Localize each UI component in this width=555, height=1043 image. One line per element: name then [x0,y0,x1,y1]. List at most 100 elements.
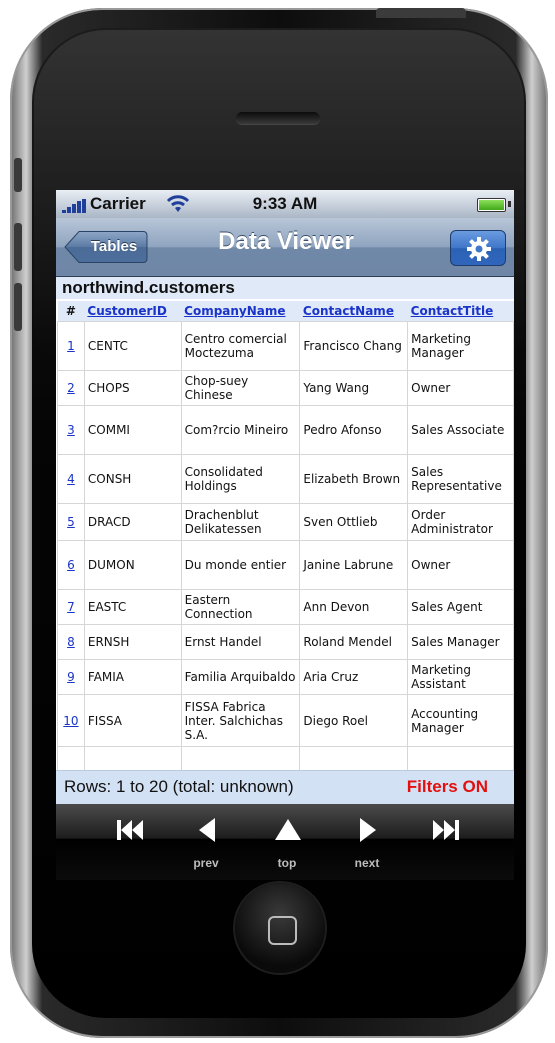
customerid-cell: EASTC [83,589,182,625]
status-time: 9:33 AM [252,194,318,213]
companyname-cell: Centro comercial Moctezuma [180,321,301,371]
power-button [376,8,466,18]
next-icon [360,818,376,842]
contactname-cell: Sven Ottlieb [299,503,409,541]
companyname-cell: FISSA Fabrica Inter. Salchichas S.A. [180,694,301,747]
prev-button[interactable]: prev [171,804,241,880]
row-number[interactable]: 10 [57,694,85,747]
row-number-link[interactable]: 7 [67,600,75,614]
top-button[interactable]: top [252,804,322,880]
top-label: top [277,856,297,870]
contactname-header[interactable]: ContactName [299,301,408,322]
table-row[interactable]: 1 CENTC Centro comercial Moctezuma Franc… [57,321,514,371]
rows-range-label: Rows: 1 to 20 (total: unknown) [64,777,294,796]
companyname-cell: Drachenblut Delikatessen [180,503,301,541]
table-row-partial[interactable] [57,746,514,770]
row-number-link[interactable]: 4 [67,472,75,486]
row-number-link[interactable]: 5 [67,515,75,529]
table-row[interactable]: 2 CHOPS Chop-suey Chinese Yang Wang Owne… [57,370,514,406]
row-number[interactable]: 4 [57,454,85,504]
contactname-cell: Ann Devon [299,589,409,625]
contactname-cell: Aria Cruz [299,659,409,695]
volume-down-button [14,283,22,331]
customerid-header[interactable]: CustomerID [84,301,182,322]
row-number[interactable]: 9 [57,659,85,695]
customerid-cell: CONSH [83,454,182,504]
row-number[interactable]: 8 [57,624,85,660]
tables-back-button[interactable]: Tables [64,230,148,264]
navigation-bar: Tables Data Viewer [56,218,514,277]
first-page-button[interactable] [94,804,164,880]
customerid-cell: CENTC [83,321,182,371]
row-number[interactable]: 1 [57,321,85,371]
contacttitle-cell: Accounting Manager [407,694,514,747]
contactname-cell: Roland Mendel [299,624,409,660]
contactname-sort-link[interactable]: ContactName [303,304,394,318]
row-number-link[interactable]: 3 [67,423,75,437]
table-row[interactable]: 8 ERNSH Ernst Handel Roland Mendel Sales… [57,624,514,660]
results-status-bar: Rows: 1 to 20 (total: unknown) Filters O… [56,770,514,804]
contacttitle-cell: Sales Agent [407,589,514,625]
table-row[interactable]: 3 COMMI Com?rcio Mineiro Pedro Afonso Sa… [57,405,514,455]
contactname-cell: Yang Wang [299,370,409,406]
next-label: next [354,856,380,870]
table-row[interactable]: 5 DRACD Drachenblut Delikatessen Sven Ot… [57,503,514,541]
customerid-cell: DRACD [83,503,182,541]
customerid-cell: COMMI [83,405,182,455]
customerid-cell: FISSA [83,694,182,747]
companyname-cell: Consolidated Holdings [180,454,301,504]
row-number[interactable]: 7 [57,589,85,625]
next-button[interactable]: next [332,804,402,880]
contactname-cell: Francisco Chang [299,321,409,371]
companyname-cell: Ernst Handel [180,624,301,660]
row-number[interactable]: 5 [57,503,85,541]
top-icon [275,819,301,840]
table-row[interactable]: 7 EASTC Eastern Connection Ann Devon Sal… [57,589,514,625]
data-table-area[interactable]: northwind.customers # CustomerID Company… [56,277,514,770]
settings-button[interactable] [450,230,506,266]
table-row[interactable]: 10 FISSA FISSA Fabrica Inter. Salchichas… [57,694,514,747]
row-number-link[interactable]: 2 [67,381,75,395]
customerid-cell [83,746,182,770]
contactname-cell [299,746,409,770]
filters-status[interactable]: Filters ON [407,777,488,797]
screen: Carrier 9:33 AM Tables Data Viewer north… [56,190,514,880]
row-number-link[interactable]: 6 [67,558,75,572]
contactname-cell: Diego Roel [299,694,409,747]
contacttitle-header[interactable]: ContactTitle [407,301,514,322]
companyname-cell: Chop-suey Chinese [180,370,301,406]
customerid-cell: DUMON [83,540,182,590]
companyname-sort-link[interactable]: CompanyName [184,304,285,318]
last-page-button[interactable] [410,804,480,880]
row-number[interactable]: 2 [57,370,85,406]
table-row[interactable]: 6 DUMON Du monde entier Janine Labrune O… [57,540,514,590]
customerid-sort-link[interactable]: CustomerID [87,304,166,318]
battery-tip [508,201,511,207]
row-number-link[interactable]: 8 [67,635,75,649]
contacttitle-cell: Order Administrator [407,503,514,541]
page-title: Data Viewer [218,228,354,255]
prev-label: prev [193,856,219,870]
row-number[interactable]: 3 [57,405,85,455]
table-name: northwind.customers [56,277,514,299]
companyname-cell: Du monde entier [180,540,301,590]
contactname-cell: Pedro Afonso [299,405,409,455]
contacttitle-sort-link[interactable]: ContactTitle [411,304,494,318]
customerid-cell: FAMIA [83,659,182,695]
companyname-cell: Eastern Connection [180,589,301,625]
tables-back-label: Tables [90,238,138,255]
row-number-link[interactable]: 1 [67,339,75,353]
table-row[interactable]: 9 FAMIA Familia Arquibaldo Aria Cruz Mar… [57,659,514,695]
prev-icon [199,818,215,842]
contacttitle-cell [407,746,514,770]
row-number-link[interactable]: 10 [63,714,78,728]
companyname-cell: Familia Arquibaldo [180,659,301,695]
companyname-header[interactable]: CompanyName [181,301,300,322]
row-number-link[interactable]: 9 [67,670,75,684]
earpiece-speaker [236,112,320,124]
row-number[interactable]: 6 [57,540,85,590]
contacttitle-cell: Sales Manager [407,624,514,660]
home-button-icon [268,916,297,945]
table-row[interactable]: 4 CONSH Consolidated Holdings Elizabeth … [57,454,514,504]
companyname-cell: Com?rcio Mineiro [180,405,301,455]
